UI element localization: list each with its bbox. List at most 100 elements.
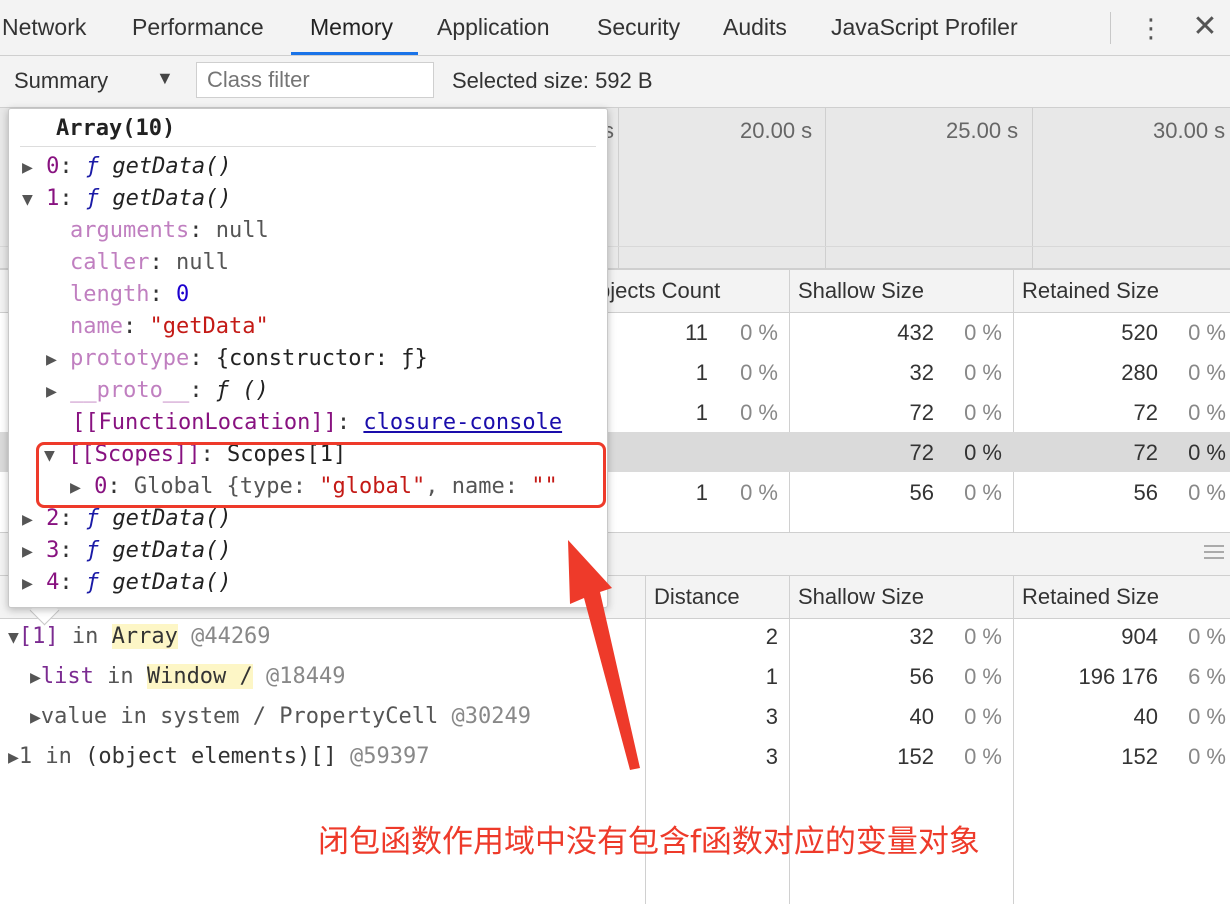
property-proto[interactable]: ▶ __proto__: ƒ () [46,378,269,403]
collapsed-triangle-icon[interactable]: ▶ [22,573,33,594]
collapsed-triangle-icon[interactable]: ▶ [22,509,33,530]
retainer-object: system / PropertyCell [160,704,439,729]
more-options-icon[interactable]: ⋮ [1138,14,1164,44]
tab-performance[interactable]: Performance [132,0,264,55]
annotation-text: 闭包函数作用域中没有包含f函数对应的变量对象 [318,824,980,860]
col-objects-count[interactable]: bjects Count [598,278,720,304]
shallow-size: 72 [909,440,934,465]
caret-down-icon[interactable]: ▼ [156,68,174,89]
retainer-keyword: in [120,704,147,729]
retained-size-pct: 6 % [1188,664,1226,689]
retained-size: 40 [1133,704,1158,729]
function-name: getData() [112,570,232,595]
timeline-gridline [825,108,826,268]
property-length: length: 0 [70,282,190,307]
class-filter-input[interactable] [196,62,434,98]
retained-size: 56 [1133,480,1158,505]
shallow-size: 56 [909,664,934,689]
property-prototype[interactable]: ▶ prototype: {constructor: ƒ} [46,346,428,371]
expanded-triangle-icon[interactable]: ▼ [8,627,19,648]
collapsed-triangle-icon[interactable]: ▶ [46,381,57,402]
scopes-highlight-box [36,442,606,508]
tab-audits[interactable]: Audits [723,0,787,55]
property-value: 0 [175,282,190,307]
retained-size-pct: 0 % [1188,744,1226,769]
retainer-address: @59397 [350,744,430,769]
function-symbol: ƒ [85,154,100,179]
distance: 3 [765,704,778,729]
shallow-size-pct: 0 % [964,704,1002,729]
function-symbol: ƒ [85,570,100,595]
function-name: getData() [112,154,232,179]
tab-network[interactable]: Network [2,0,86,55]
view-select[interactable]: Summary [14,68,108,94]
tab-application[interactable]: Application [437,0,550,55]
shallow-size-pct: 0 % [964,440,1002,465]
retained-size-pct: 0 % [1188,360,1226,385]
tab-memory[interactable]: Memory [310,0,393,55]
col-retainer-shallow-size[interactable]: Shallow Size [798,584,924,610]
col-retained-size[interactable]: Retained Size [1022,278,1159,304]
collapsed-triangle-icon[interactable]: ▶ [30,707,41,728]
property-value: null [175,250,229,275]
shallow-size: 32 [909,360,934,385]
distance: 2 [765,624,778,649]
retainer-address: @44269 [191,624,271,649]
tab-javascript-profiler[interactable]: JavaScript Profiler [831,0,1018,55]
property-function-location: [[FunctionLocation]]: closure-console [72,410,563,435]
objects-count-pct: 0 % [740,320,778,345]
property-value: {constructor: ƒ} [215,346,428,371]
collapsed-triangle-icon[interactable]: ▶ [46,349,57,370]
property-arguments: arguments: null [70,218,269,243]
array-item-4[interactable]: ▶ 4: ƒ getData() [22,570,232,595]
collapsed-triangle-icon[interactable]: ▶ [8,747,19,768]
array-item-2[interactable]: ▶ 2: ƒ getData() [22,506,232,531]
shallow-size: 72 [909,400,934,425]
property-key: __proto__ [70,378,190,403]
item-index: 1 [46,186,60,211]
collapsed-triangle-icon[interactable]: ▶ [22,541,33,562]
retained-size-pct: 0 % [1188,704,1226,729]
objects-count: 1 [695,360,708,385]
array-item-0[interactable]: ▶ 0: ƒ getData() [22,154,232,179]
retainer-object: (object elements)[] [85,744,337,769]
property-key: length [70,282,150,307]
property-key: arguments [70,218,190,243]
item-index: 3 [46,538,60,563]
objects-count: 11 [685,320,708,345]
collapsed-triangle-icon[interactable]: ▶ [30,667,41,688]
property-key: name [70,314,123,339]
array-item-3[interactable]: ▶ 3: ƒ getData() [22,538,232,563]
retained-size-pct: 0 % [1188,624,1226,649]
retainer-address: @18449 [266,664,346,689]
item-index: 4 [46,570,60,595]
retainer-label: ▶list in Window / @18449 [30,664,346,689]
col-shallow-size[interactable]: Shallow Size [798,278,924,304]
shallow-size: 432 [897,320,934,345]
col-distance[interactable]: Distance [654,584,740,610]
retainer-address: @30249 [451,704,531,729]
shallow-size: 152 [897,744,934,769]
retainer-field: [1] [18,624,59,649]
active-tab-indicator [291,52,418,55]
function-name: getData() [112,538,232,563]
collapsed-triangle-icon[interactable]: ▶ [22,157,33,178]
expanded-triangle-icon[interactable]: ▼ [22,189,33,210]
retainer-keyword: in [71,624,99,649]
tab-security[interactable]: Security [597,0,680,55]
property-value: ƒ () [215,378,269,403]
shallow-size-pct: 0 % [964,664,1002,689]
retained-size-pct: 0 % [1188,320,1226,345]
shallow-size-pct: 0 % [964,400,1002,425]
retained-size: 152 [1121,744,1158,769]
source-link[interactable]: closure-console [363,410,562,435]
shallow-size: 32 [909,624,934,649]
retainer-object: Array [111,624,178,649]
shallow-size-pct: 0 % [964,320,1002,345]
array-item-1[interactable]: ▼ 1: ƒ getData() [22,186,232,211]
retainer-field: list [40,664,94,689]
close-icon[interactable]: ✕ [1190,12,1220,44]
retainer-field: 1 [18,744,33,769]
retainer-keyword: in [45,744,72,769]
col-retainer-retained-size[interactable]: Retained Size [1022,584,1159,610]
